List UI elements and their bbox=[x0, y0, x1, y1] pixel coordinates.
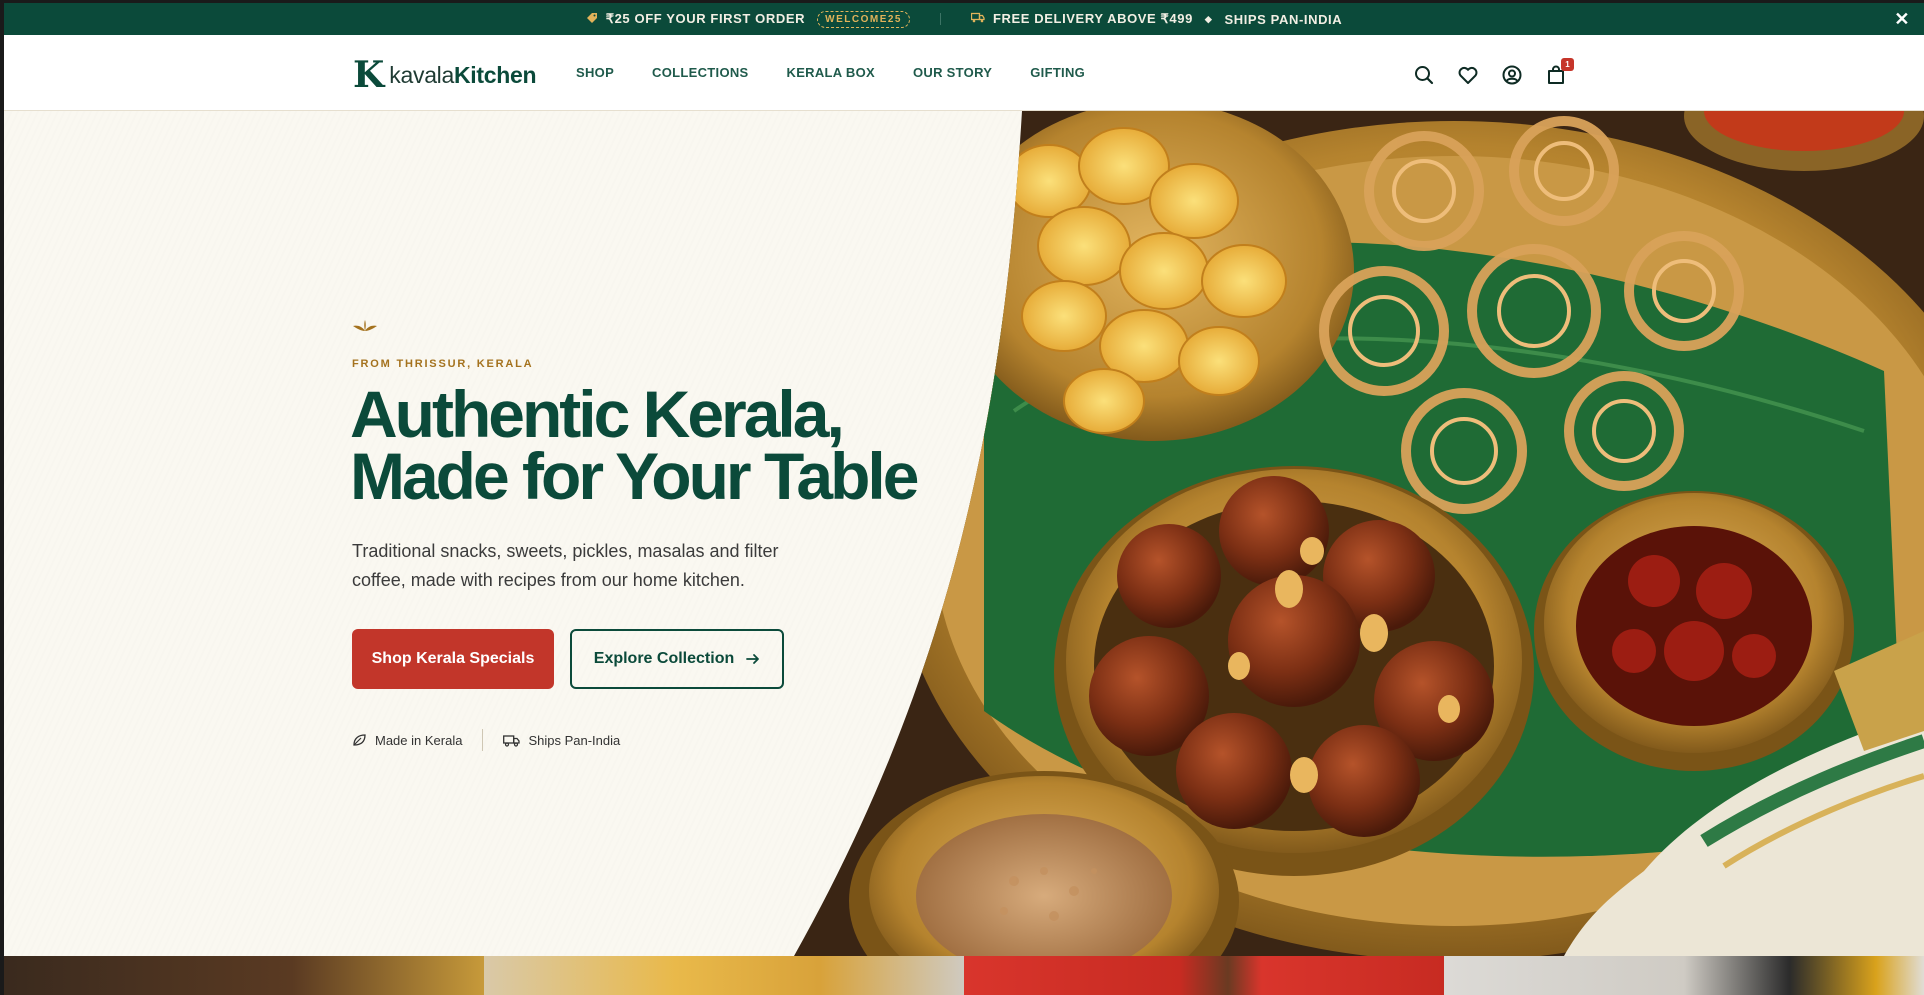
offer-text: ₹25 OFF YOUR FIRST ORDER bbox=[605, 11, 806, 26]
site-header: K kavalaKitchen SHOP COLLECTIONS KERALA … bbox=[4, 35, 1924, 111]
nav-item-collections[interactable]: COLLECTIONS bbox=[652, 65, 748, 80]
nav-item-kerala-box[interactable]: KERALA BOX bbox=[787, 65, 875, 80]
hero-headline-line1: Authentic Kerala, bbox=[350, 377, 845, 451]
delivery-truck-icon bbox=[503, 734, 521, 747]
explore-collection-button[interactable]: Explore Collection bbox=[570, 629, 784, 689]
leaf-icon bbox=[353, 734, 366, 746]
nav-item-our-story[interactable]: OUR STORY bbox=[913, 65, 992, 80]
search-icon[interactable] bbox=[1412, 63, 1436, 87]
page: ₹25 OFF YOUR FIRST ORDER WELCOME25 FREE … bbox=[4, 3, 1924, 995]
trust-badges: Made in Kerala Ships Pan-India bbox=[352, 729, 620, 751]
hero-eyebrow: FROM THRISSUR, KERALA bbox=[352, 358, 534, 370]
main-nav: SHOP COLLECTIONS KERALA BOX OUR STORY GI… bbox=[576, 65, 1085, 80]
ship-text: SHIPS PAN-INDIA bbox=[1224, 11, 1343, 27]
category-tile[interactable] bbox=[1444, 956, 1924, 995]
trust-made-in-kerala: Made in Kerala bbox=[352, 733, 462, 748]
trust-ships-pan-india: Ships Pan-India bbox=[503, 733, 620, 748]
arrow-right-icon bbox=[746, 654, 760, 664]
brand-logo[interactable]: K kavalaKitchen bbox=[353, 54, 537, 96]
cart-count-badge: 1 bbox=[1561, 58, 1574, 71]
nav-item-gifting[interactable]: GIFTING bbox=[1030, 65, 1085, 80]
close-icon[interactable]: ✕ bbox=[1894, 10, 1910, 28]
shop-kerala-specials-button[interactable]: Shop Kerala Specials bbox=[352, 629, 554, 689]
logo-text: kavalaKitchen bbox=[389, 62, 536, 89]
trust-ships-pan-india-label: Ships Pan-India bbox=[528, 732, 621, 748]
trust-divider bbox=[482, 729, 484, 751]
cart-icon[interactable]: 1 bbox=[1544, 58, 1574, 87]
explore-collection-label: Explore Collection bbox=[593, 650, 735, 667]
logo-text-part1: kavala bbox=[389, 61, 454, 88]
hero-headline-line2: Made for Your Table bbox=[350, 439, 919, 513]
announcement-divider bbox=[939, 13, 941, 25]
category-strip bbox=[4, 956, 1924, 995]
logo-mark: K bbox=[353, 54, 385, 96]
logo-text-part2: Kitchen bbox=[453, 61, 537, 88]
account-icon[interactable] bbox=[1500, 63, 1524, 87]
delivery-text: FREE DELIVERY ABOVE ₹499 bbox=[992, 11, 1193, 26]
truck-icon bbox=[970, 12, 985, 26]
header-actions: 1 bbox=[1412, 58, 1574, 87]
hero-subtext: Traditional snacks, sweets, pickles, mas… bbox=[352, 541, 779, 590]
category-tile[interactable] bbox=[4, 956, 484, 995]
hero-food-image bbox=[794, 111, 1924, 956]
dot-separator-icon: ◆ bbox=[1204, 13, 1213, 24]
hero-section: FROM THRISSUR, KERALA Authentic Kerala, … bbox=[4, 111, 1924, 956]
category-tile[interactable] bbox=[484, 956, 964, 995]
tag-icon bbox=[586, 12, 598, 27]
announcement-bar: ₹25 OFF YOUR FIRST ORDER WELCOME25 FREE … bbox=[4, 3, 1924, 35]
category-tile[interactable] bbox=[964, 956, 1444, 995]
hero-headline: Authentic Kerala, Made for Your Table bbox=[350, 377, 919, 513]
heart-icon[interactable] bbox=[1456, 63, 1480, 87]
promo-code-badge[interactable]: WELCOME25 bbox=[817, 10, 910, 28]
leaf-ornament-icon bbox=[353, 320, 377, 331]
nav-item-shop[interactable]: SHOP bbox=[576, 65, 614, 80]
trust-made-in-kerala-label: Made in Kerala bbox=[375, 732, 463, 748]
